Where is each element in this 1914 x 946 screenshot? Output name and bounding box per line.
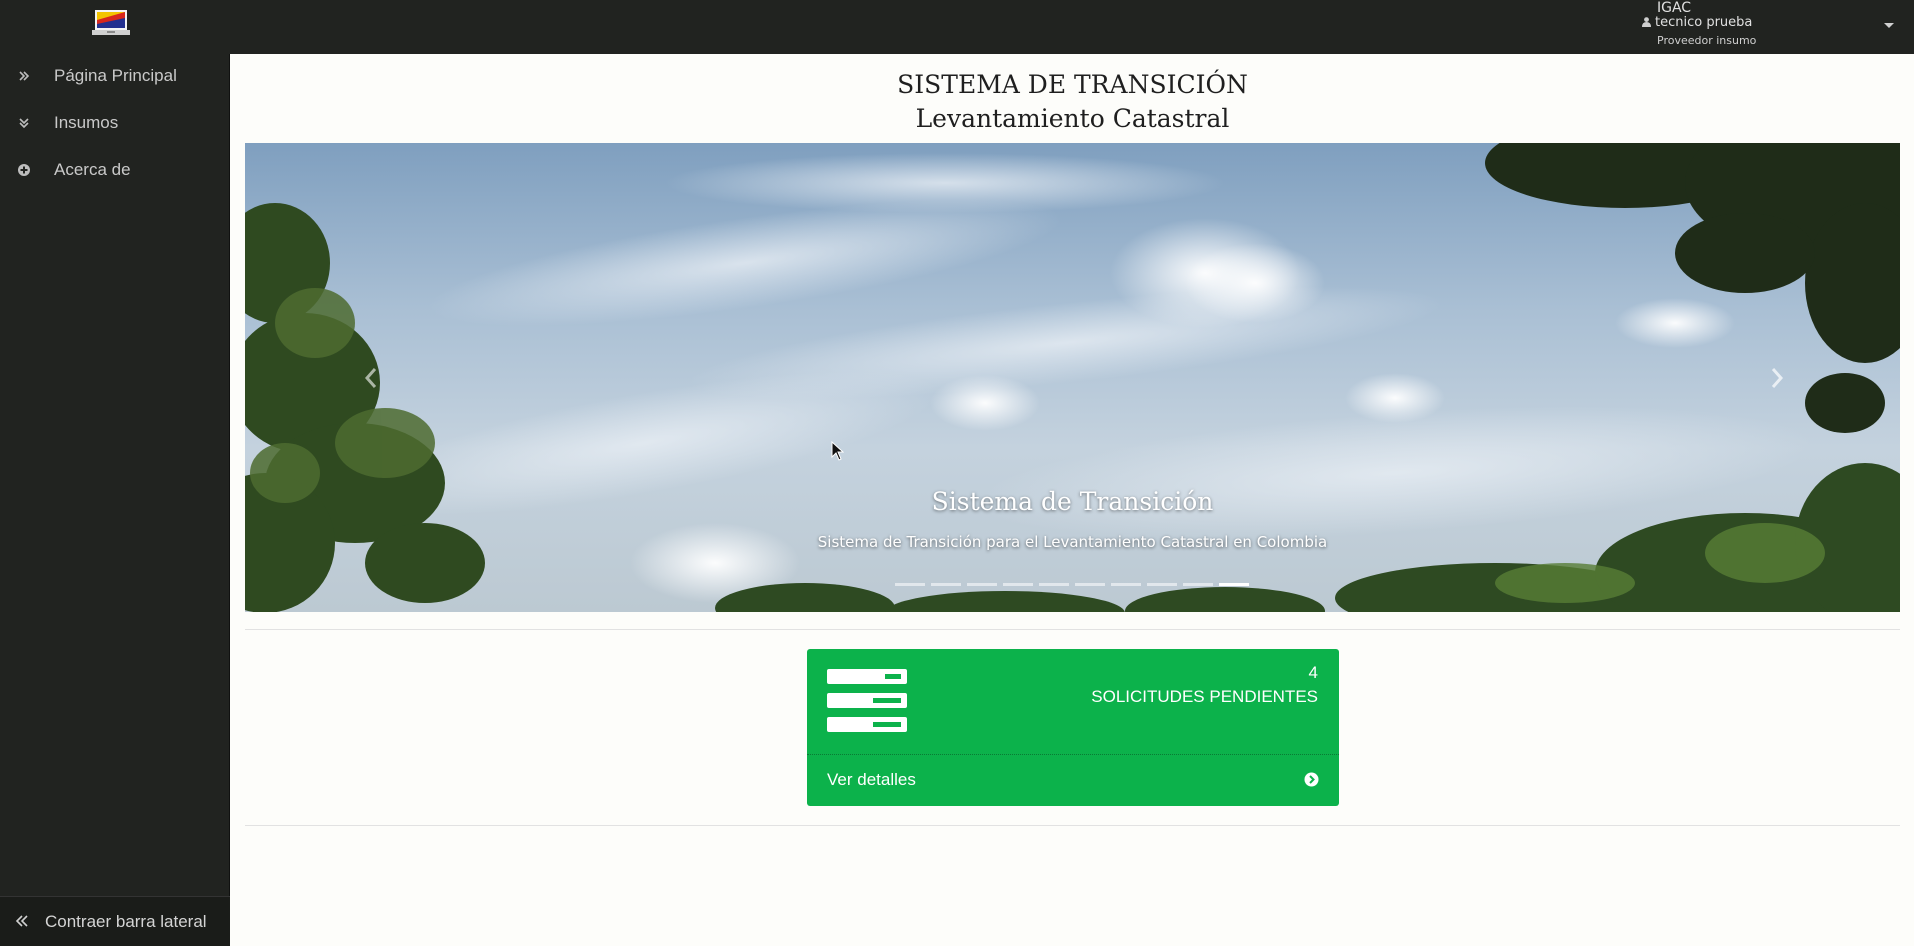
collapse-sidebar-button[interactable]: Contraer barra lateral bbox=[0, 896, 230, 946]
pending-requests-count: 4 bbox=[1308, 663, 1318, 682]
collapse-sidebar-label: Contraer barra lateral bbox=[45, 912, 207, 931]
pending-requests-label: SOLICITUDES PENDIENTES bbox=[1091, 687, 1318, 706]
user-organization: IGAC bbox=[1657, 0, 1692, 16]
double-chevron-down-icon bbox=[19, 118, 29, 129]
plus-circle-icon bbox=[18, 164, 30, 176]
carousel-indicator-8[interactable] bbox=[1147, 583, 1177, 586]
server-list-icon bbox=[827, 669, 907, 732]
carousel-indicators bbox=[895, 583, 1255, 589]
double-chevron-left-icon bbox=[15, 915, 28, 927]
carousel-indicator-7[interactable] bbox=[1111, 583, 1141, 586]
double-chevron-right-icon bbox=[19, 71, 30, 81]
mouse-cursor-icon bbox=[831, 441, 844, 461]
carousel-indicator-1[interactable] bbox=[895, 583, 925, 586]
user-icon bbox=[1642, 17, 1651, 27]
top-navbar: IGAC tecnico prueba Proveedor insumo bbox=[0, 0, 1914, 54]
carousel-caption-text: Sistema de Transición para el Levantamie… bbox=[817, 533, 1328, 551]
chevron-right-icon[interactable] bbox=[1765, 363, 1789, 393]
page-title: SISTEMA DE TRANSICIÓN bbox=[897, 70, 1248, 99]
user-role: Proveedor insumo bbox=[1657, 34, 1757, 47]
sidebar: Página Principal Insumos Acerca de Contr… bbox=[0, 54, 230, 946]
sidebar-item-label: Acerca de bbox=[54, 160, 131, 179]
user-menu[interactable]: IGAC tecnico prueba Proveedor insumo bbox=[1642, 0, 1882, 54]
caret-down-icon[interactable] bbox=[1882, 20, 1896, 30]
image-carousel[interactable]: Sistema de Transición Sistema de Transic… bbox=[245, 143, 1900, 612]
sidebar-item-insumos[interactable]: Insumos bbox=[0, 101, 230, 147]
carousel-caption-title: Sistema de Transición bbox=[931, 487, 1214, 516]
view-details-label: Ver detalles bbox=[827, 770, 916, 789]
arrow-circle-right-icon bbox=[1304, 772, 1319, 787]
carousel-indicator-5[interactable] bbox=[1039, 583, 1069, 586]
chevron-left-icon[interactable] bbox=[359, 363, 383, 393]
view-details-link[interactable]: Ver detalles bbox=[807, 754, 1339, 806]
sidebar-item-acerca-de[interactable]: Acerca de bbox=[0, 148, 230, 194]
divider bbox=[245, 629, 1900, 630]
carousel-indicator-10[interactable] bbox=[1219, 583, 1249, 586]
user-name-text: tecnico prueba bbox=[1655, 15, 1753, 30]
carousel-indicator-4[interactable] bbox=[1003, 583, 1033, 586]
carousel-indicator-6[interactable] bbox=[1075, 583, 1105, 586]
sidebar-item-label: Insumos bbox=[54, 113, 119, 132]
carousel-indicator-3[interactable] bbox=[967, 583, 997, 586]
page-subtitle: Levantamiento Catastral bbox=[915, 104, 1230, 133]
sidebar-item-label: Página Principal bbox=[54, 66, 177, 85]
carousel-indicator-9[interactable] bbox=[1183, 583, 1213, 586]
divider bbox=[245, 825, 1900, 826]
user-name: tecnico prueba bbox=[1642, 15, 1752, 30]
main-content: SISTEMA DE TRANSICIÓN Levantamiento Cata… bbox=[231, 54, 1914, 946]
sidebar-item-pagina-principal[interactable]: Página Principal bbox=[0, 54, 230, 100]
carousel-indicator-2[interactable] bbox=[931, 583, 961, 586]
app-logo[interactable] bbox=[92, 9, 130, 37]
pending-requests-panel: 4 SOLICITUDES PENDIENTES Ver detalles bbox=[807, 649, 1339, 806]
